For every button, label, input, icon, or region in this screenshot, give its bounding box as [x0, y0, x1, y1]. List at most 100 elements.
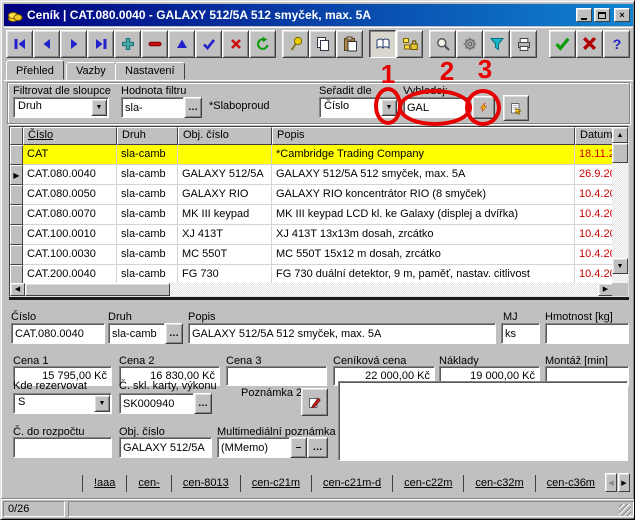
table-row[interactable]: CAT.080.0070 sla-camb MK III keypad MK I…: [10, 205, 613, 225]
vertical-scrollbar[interactable]: ▲ ▼: [612, 127, 628, 283]
cell-obj: GALAXY 512/5A: [178, 165, 272, 185]
scroll-up-button[interactable]: ▲: [612, 127, 628, 143]
cell-obj: MC 550T: [178, 245, 272, 265]
close-button[interactable]: ×: [614, 8, 630, 22]
ellipsis-icon: …: [313, 442, 323, 453]
cancel-edit-button[interactable]: [222, 30, 249, 58]
tab-label: Přehled: [16, 65, 54, 77]
tab-label: Nastavení: [125, 65, 175, 77]
vertical-scroll-thumb[interactable]: [612, 143, 628, 163]
filter-value-ellipsis-button[interactable]: …: [184, 97, 202, 118]
table-row[interactable]: CAT.100.0010 sla-camb XJ 413T XJ 413T 13…: [10, 225, 613, 245]
cancel-button[interactable]: [576, 30, 603, 58]
sheet-link[interactable]: cen-c21m: [252, 477, 300, 489]
sheet-link[interactable]: cen-c21m-d: [323, 477, 381, 489]
red-pen-icon: [308, 394, 321, 411]
header-obj-cislo[interactable]: Obj. číslo: [178, 127, 272, 145]
last-record-button[interactable]: [87, 30, 114, 58]
maximize-button[interactable]: [594, 8, 610, 22]
refresh-button[interactable]: [249, 30, 276, 58]
field-popis-input[interactable]: [188, 323, 496, 344]
field-hmotnost-input[interactable]: [545, 323, 629, 344]
cell-cislo: CAT.080.0050: [23, 185, 117, 205]
row-indicator: [10, 225, 23, 245]
field-druh-input[interactable]: [108, 323, 165, 344]
poznamka2-edit-button[interactable]: [301, 388, 328, 416]
post-edit-button[interactable]: [195, 30, 222, 58]
table-row[interactable]: CAT.080.0050 sla-camb GALAXY RIO GALAXY …: [10, 185, 613, 205]
filter-value-input[interactable]: [121, 97, 184, 118]
pricelist-grid[interactable]: Číslo Druh Obj. číslo Popis Datum CAT sl…: [9, 126, 629, 297]
insert-record-icon: [120, 36, 136, 52]
mm-ellipsis-button[interactable]: …: [307, 437, 328, 458]
ellipsis-icon: …: [188, 102, 198, 113]
pin-button[interactable]: [282, 30, 309, 58]
lock-hierarchy-button[interactable]: [396, 30, 423, 58]
sort-label: Seřadit dle: [319, 85, 372, 97]
first-record-button[interactable]: [6, 30, 33, 58]
help-button[interactable]: ?: [603, 30, 630, 58]
status-message-panel: [68, 501, 634, 517]
kde-rezervovat-combobox[interactable]: S ▼: [13, 393, 112, 414]
sheet-link[interactable]: cen-: [138, 477, 159, 489]
annotation-circle-3: [465, 89, 501, 126]
resize-grip[interactable]: [619, 504, 631, 516]
tab-vazby[interactable]: Vazby: [66, 62, 116, 80]
search-button[interactable]: [429, 30, 456, 58]
poznamka2-memo[interactable]: [338, 381, 628, 461]
field-cislo-input[interactable]: [11, 323, 105, 344]
field-mj-input[interactable]: [501, 323, 540, 344]
sheet-link[interactable]: cen-8013: [183, 477, 229, 489]
filter-column-combobox[interactable]: Druh ▼: [13, 97, 109, 118]
sheet-link[interactable]: cen-c32m: [475, 477, 523, 489]
link-separator: [240, 475, 241, 492]
ok-button[interactable]: [549, 30, 576, 58]
scroll-right-button[interactable]: ▶: [598, 283, 613, 296]
field-cena3-input[interactable]: [226, 366, 327, 386]
scroll-left-button[interactable]: ◀: [10, 283, 25, 296]
copy-button[interactable]: [309, 30, 336, 58]
field-mm-input[interactable]: [217, 437, 290, 458]
cell-popis: MC 550T 15x12 m dosah, zrcátko: [272, 245, 575, 265]
tab-nastaveni[interactable]: Nastavení: [115, 62, 185, 80]
close-icon: ×: [619, 11, 624, 20]
report-button[interactable]: [503, 95, 529, 121]
horizontal-scroll-thumb[interactable]: [25, 283, 170, 296]
tab-prehled[interactable]: Přehled: [6, 60, 64, 80]
table-row-current[interactable]: ▶ CAT.080.0040 sla-camb GALAXY 512/5A GA…: [10, 165, 613, 185]
horizontal-scrollbar[interactable]: ◀ ▶: [10, 283, 613, 296]
sheet-link[interactable]: cen-c22m: [404, 477, 452, 489]
edit-record-button[interactable]: [168, 30, 195, 58]
header-datum[interactable]: Datum: [575, 127, 613, 145]
field-objcislo-input[interactable]: [119, 437, 212, 458]
delete-record-button[interactable]: [141, 30, 168, 58]
sheet-link[interactable]: !aaa: [94, 477, 115, 489]
cskl-ellipsis-button[interactable]: …: [194, 393, 212, 414]
minimize-button[interactable]: [576, 8, 592, 22]
header-druh[interactable]: Druh: [117, 127, 178, 145]
links-scroll-right-button[interactable]: ▶: [618, 473, 630, 492]
filter-column-dropdown-button[interactable]: ▼: [91, 99, 107, 116]
scroll-down-button[interactable]: ▼: [612, 258, 628, 274]
tab-label: Vazby: [76, 65, 106, 77]
header-popis[interactable]: Popis: [272, 127, 575, 145]
mm-minus-button[interactable]: –: [290, 437, 307, 458]
paste-button[interactable]: [336, 30, 363, 58]
sheet-link[interactable]: cen-c36m: [547, 477, 595, 489]
table-row[interactable]: CAT.200.0040 sla-camb FG 730 FG 730 duál…: [10, 265, 613, 285]
next-record-button[interactable]: [60, 30, 87, 58]
table-row[interactable]: CAT.100.0030 sla-camb MC 550T MC 550T 15…: [10, 245, 613, 265]
insert-record-button[interactable]: [114, 30, 141, 58]
print-button[interactable]: [510, 30, 537, 58]
field-hmotnost-label: Hmotnost [kg]: [545, 311, 613, 323]
kde-dropdown-button[interactable]: ▼: [94, 395, 110, 412]
prior-record-button[interactable]: [33, 30, 60, 58]
title-bar[interactable]: Ceník | CAT.080.0040 - GALAXY 512/5A 512…: [4, 4, 633, 26]
book-toggle-button[interactable]: [369, 30, 396, 58]
field-cskl-input[interactable]: [119, 393, 194, 414]
table-row[interactable]: CAT sla-camb *Cambridge Trading Company …: [10, 145, 613, 165]
druh-ellipsis-button[interactable]: …: [165, 323, 183, 344]
field-crozpoctu-input[interactable]: [13, 437, 112, 458]
header-cislo[interactable]: Číslo: [23, 127, 117, 145]
links-scroll-left-button[interactable]: ◀: [605, 473, 617, 492]
